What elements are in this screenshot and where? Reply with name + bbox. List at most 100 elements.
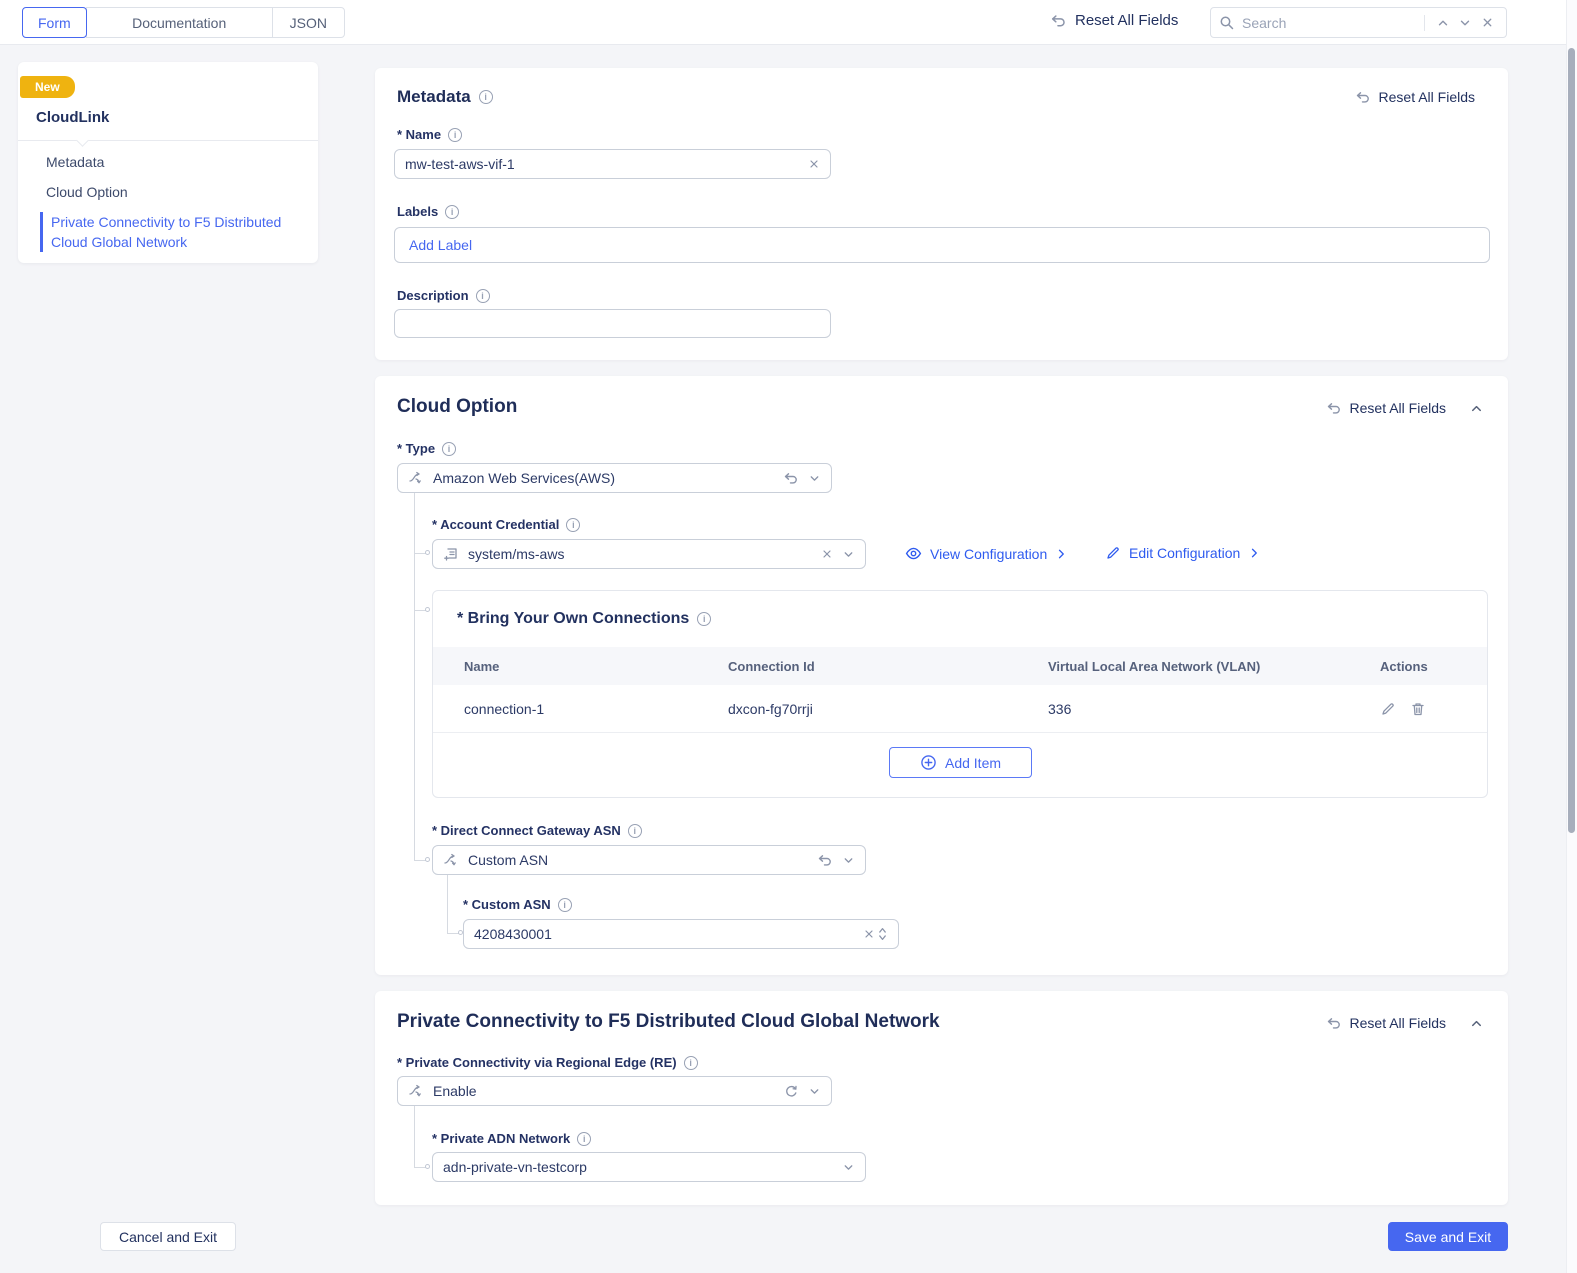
scrollbar-thumb[interactable] — [1568, 48, 1575, 833]
info-icon[interactable]: i — [475, 288, 490, 303]
byoc-title: * Bring Your Own Connections — [457, 610, 690, 627]
sidebar-item-private-connectivity[interactable]: Private Connectivity to F5 Distributed C… — [40, 212, 302, 252]
adn-label: * Private ADN Network — [432, 1131, 571, 1146]
name-label-row: * Name i — [397, 127, 463, 142]
info-icon[interactable]: i — [697, 612, 712, 626]
sidebar-item-cloud-option[interactable]: Cloud Option — [46, 184, 128, 200]
undo-icon[interactable] — [783, 470, 799, 486]
chevron-down-icon[interactable] — [842, 1161, 855, 1174]
search-divider — [1424, 14, 1425, 31]
info-icon[interactable]: i — [577, 1131, 592, 1146]
sidebar-divider — [18, 140, 318, 141]
dcg-asn-select[interactable]: Custom ASN — [432, 845, 866, 875]
account-credential-select[interactable]: system/ms-aws — [432, 539, 866, 569]
name-input[interactable] — [405, 156, 808, 172]
undo-icon — [1326, 1015, 1342, 1031]
refresh-icon[interactable] — [784, 1084, 799, 1099]
object-ref-icon — [443, 546, 459, 562]
info-icon[interactable]: i — [683, 1055, 698, 1070]
metadata-title-row: Metadata i — [397, 87, 493, 107]
metadata-reset-button[interactable]: Reset All Fields — [1355, 89, 1475, 105]
chevron-down-icon[interactable] — [842, 548, 855, 561]
clear-icon[interactable] — [808, 158, 820, 170]
sidebar-title: CloudLink — [36, 109, 110, 126]
custom-asn-label-row: * Custom ASN i — [463, 897, 572, 912]
eye-icon — [905, 545, 922, 562]
custom-asn-field — [463, 919, 899, 949]
tab-documentation[interactable]: Documentation — [85, 7, 273, 38]
chevron-right-icon — [1248, 547, 1260, 559]
reset-all-fields-button[interactable]: Reset All Fields — [1050, 12, 1178, 29]
cell-name: connection-1 — [464, 700, 545, 717]
edit-configuration-label: Edit Configuration — [1129, 545, 1241, 561]
undo-icon — [1355, 89, 1371, 105]
description-label-row: Description i — [397, 288, 490, 303]
one-of-icon — [443, 852, 459, 868]
view-configuration-link[interactable]: View Configuration — [905, 545, 1067, 562]
private-connectivity-reset-button[interactable]: Reset All Fields — [1326, 1015, 1446, 1031]
one-of-icon — [408, 470, 424, 486]
tab-json[interactable]: JSON — [271, 7, 346, 38]
chevron-down-icon[interactable] — [842, 854, 855, 867]
re-select[interactable]: Enable — [397, 1076, 832, 1106]
sidebar: New CloudLink Metadata Cloud Option Priv… — [18, 62, 318, 263]
custom-asn-input[interactable] — [474, 926, 863, 942]
info-icon[interactable]: i — [557, 897, 572, 912]
info-icon[interactable]: i — [442, 441, 457, 456]
search-next-icon[interactable] — [1454, 12, 1476, 34]
search-icon — [1219, 15, 1235, 31]
delete-row-icon[interactable] — [1410, 701, 1426, 717]
info-icon[interactable]: i — [627, 823, 642, 838]
cloud-option-reset-button[interactable]: Reset All Fields — [1326, 400, 1446, 416]
tree-connector-dot — [425, 857, 430, 862]
info-icon[interactable]: i — [445, 204, 460, 219]
clear-icon[interactable] — [863, 928, 875, 940]
tree-connector-dot — [425, 550, 430, 555]
add-label-button[interactable]: Add Label — [409, 237, 472, 253]
chevron-down-icon[interactable] — [808, 472, 821, 485]
labels-label-row: Labels i — [397, 204, 460, 219]
chevron-down-icon[interactable] — [808, 1085, 821, 1098]
column-vlan: Virtual Local Area Network (VLAN) — [1048, 658, 1261, 674]
cell-vlan: 336 — [1048, 700, 1072, 717]
labels-field[interactable]: Add Label — [394, 227, 1490, 263]
collapse-icon[interactable] — [1469, 401, 1484, 416]
name-field — [394, 149, 831, 179]
search-box[interactable] — [1210, 7, 1507, 38]
collapse-icon[interactable] — [1469, 1016, 1484, 1031]
chevron-right-icon — [1055, 548, 1067, 560]
adn-select[interactable]: adn-private-vn-testcorp — [432, 1152, 866, 1182]
plus-circle-icon — [920, 754, 937, 771]
tab-form[interactable]: Form — [22, 7, 87, 38]
search-input[interactable] — [1242, 14, 1417, 31]
info-icon[interactable]: i — [448, 127, 463, 142]
cloud-option-section: Cloud Option Reset All Fields * Type i A… — [375, 376, 1508, 975]
column-name: Name — [464, 658, 500, 674]
description-field — [394, 309, 831, 338]
save-and-exit-button[interactable]: Save and Exit — [1388, 1222, 1508, 1251]
sidebar-item-metadata[interactable]: Metadata — [46, 154, 104, 170]
table-row: connection-1 dxcon-fg70rrji 336 — [433, 685, 1487, 733]
metadata-section: Metadata i Reset All Fields * Name i Lab… — [375, 68, 1508, 360]
edit-row-icon[interactable] — [1380, 701, 1396, 717]
private-connectivity-title: Private Connectivity to F5 Distributed C… — [397, 1011, 940, 1032]
number-stepper[interactable] — [877, 926, 888, 942]
type-value: Amazon Web Services(AWS) — [433, 470, 616, 486]
search-prev-icon[interactable] — [1432, 12, 1454, 34]
description-input[interactable] — [405, 315, 820, 332]
byoc-table-header: Name Connection Id Virtual Local Area Ne… — [433, 647, 1487, 685]
add-item-button[interactable]: Add Item — [889, 747, 1032, 778]
info-icon[interactable]: i — [478, 90, 493, 104]
info-icon[interactable]: i — [566, 517, 581, 532]
new-badge: New — [20, 76, 75, 98]
add-item-label: Add Item — [944, 754, 1002, 771]
clear-icon[interactable] — [821, 548, 833, 560]
search-close-icon[interactable] — [1476, 12, 1498, 34]
edit-configuration-link[interactable]: Edit Configuration — [1105, 545, 1260, 561]
undo-icon[interactable] — [817, 852, 833, 868]
cell-connection-id: dxcon-fg70rrji — [728, 700, 813, 717]
cloud-option-title: Cloud Option — [397, 396, 518, 417]
scrollbar-track[interactable] — [1566, 0, 1577, 1273]
cancel-and-exit-button[interactable]: Cancel and Exit — [100, 1222, 236, 1251]
type-select[interactable]: Amazon Web Services(AWS) — [397, 463, 832, 493]
